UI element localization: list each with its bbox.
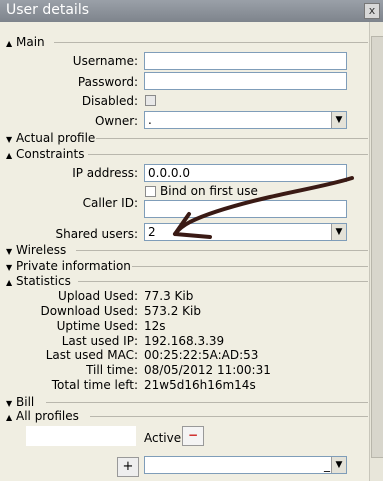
- annotation-arrow: [173, 176, 354, 239]
